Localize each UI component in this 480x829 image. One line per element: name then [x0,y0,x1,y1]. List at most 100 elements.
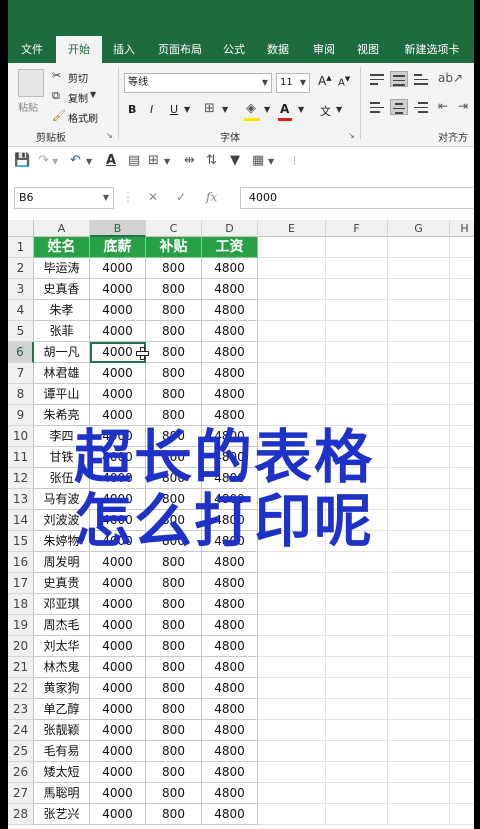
table-cell[interactable] [326,762,388,783]
table-cell[interactable]: 4000 [90,657,146,678]
table-cell[interactable] [450,468,474,489]
table-cell[interactable] [326,552,388,573]
font-launcher-icon[interactable]: ↘ [348,131,355,140]
table-cell[interactable]: 800 [146,258,202,279]
table-cell[interactable] [450,552,474,573]
table-cell[interactable]: 刘太华 [34,636,90,657]
table-cell[interactable] [258,363,326,384]
table-cell[interactable]: 胡一凡 [34,342,90,363]
clipboard-launcher-icon[interactable]: ↘ [106,131,113,140]
table-cell[interactable]: 4800 [202,258,258,279]
table-cell[interactable] [388,720,450,741]
row-header[interactable]: 20 [8,636,34,657]
table-cell[interactable]: 800 [146,762,202,783]
cancel-icon[interactable]: ✕ [148,190,158,204]
table-cell[interactable] [326,342,388,363]
table-cell[interactable]: 4000 [90,384,146,405]
table-cell[interactable] [326,594,388,615]
align-center-icon[interactable] [390,99,408,115]
row-header[interactable]: 21 [8,657,34,678]
row-header[interactable]: 7 [8,363,34,384]
table-cell[interactable] [388,762,450,783]
row-header[interactable]: 19 [8,615,34,636]
table-cell[interactable]: 4800 [202,699,258,720]
table-cell[interactable] [258,237,326,258]
row-header[interactable]: 11 [8,447,34,468]
table-cell[interactable] [450,678,474,699]
table-cell[interactable]: 4800 [202,342,258,363]
row-header[interactable]: 28 [8,804,34,825]
borders-icon[interactable]: ⊞ [204,101,215,116]
table-cell[interactable] [258,657,326,678]
row-header[interactable]: 18 [8,594,34,615]
select-all-corner[interactable] [8,220,34,237]
table-cell[interactable] [258,573,326,594]
table-cell[interactable]: 4800 [202,657,258,678]
table-cell[interactable] [258,636,326,657]
table-cell[interactable]: 4800 [202,783,258,804]
table-cell[interactable]: 800 [146,720,202,741]
tab-review[interactable]: 审阅 [304,36,344,63]
phonetic-dropdown-icon[interactable]: ▼ [336,105,342,114]
header-cell[interactable]: 工资 [202,237,258,258]
table-cell[interactable] [388,573,450,594]
table-cell[interactable]: 4800 [202,615,258,636]
row-header[interactable]: 27 [8,783,34,804]
table-cell[interactable]: 800 [146,699,202,720]
table-cell[interactable] [388,405,450,426]
row-header[interactable]: 8 [8,384,34,405]
paste-button[interactable]: 粘贴 [18,99,38,114]
column-header-h[interactable]: H [450,220,474,237]
table-cell[interactable]: 4000 [90,636,146,657]
row-header[interactable]: 6 [8,342,34,363]
enter-icon[interactable]: ✓ [176,190,186,204]
table-cell[interactable]: 4000 [90,594,146,615]
bold-button[interactable]: B [128,103,136,116]
table-cell[interactable] [258,279,326,300]
table-cell[interactable] [258,258,326,279]
table-cell[interactable] [450,279,474,300]
sort-icon[interactable]: ⇅ [206,153,217,168]
table-cell[interactable]: 周杰毛 [34,615,90,636]
table-cell[interactable] [258,552,326,573]
row-header[interactable]: 10 [8,426,34,447]
table-cell[interactable]: 800 [146,615,202,636]
row-header[interactable]: 23 [8,699,34,720]
table-cell[interactable]: 史真贵 [34,573,90,594]
table-cell[interactable] [388,594,450,615]
fill-color-icon[interactable]: ◈ [246,101,256,116]
table-cell[interactable] [450,321,474,342]
conditional-format-dropdown-icon[interactable]: ▼ [268,157,274,166]
align-top-icon[interactable] [368,71,386,87]
table-cell[interactable] [388,237,450,258]
align-bottom-icon[interactable] [412,71,430,87]
column-header-b[interactable]: B [90,220,146,237]
tab-data[interactable]: 数据 [258,36,298,63]
table-cell[interactable]: 4000 [90,573,146,594]
table-cell[interactable] [450,510,474,531]
table-cell[interactable] [388,741,450,762]
table-cell[interactable]: 谭平山 [34,384,90,405]
table-cell[interactable] [450,783,474,804]
row-header[interactable]: 25 [8,741,34,762]
table-cell[interactable]: 4800 [202,363,258,384]
table-cell[interactable]: 4000 [90,258,146,279]
table-cell[interactable] [258,384,326,405]
font-name-select[interactable]: 等线 ▼ [124,73,272,93]
table-cell[interactable]: 林君雄 [34,363,90,384]
table-cell[interactable]: 4800 [202,741,258,762]
table-cell[interactable] [258,678,326,699]
table-cell[interactable] [388,300,450,321]
table-cell[interactable] [450,741,474,762]
row-header[interactable]: 3 [8,279,34,300]
table-cell[interactable]: 毛有易 [34,741,90,762]
table-cell[interactable]: 800 [146,573,202,594]
table-cell[interactable] [258,720,326,741]
table-cell[interactable]: 4800 [202,552,258,573]
underline-dropdown-icon[interactable]: ▼ [184,105,190,114]
column-header-c[interactable]: C [146,220,202,237]
table-cell[interactable]: 黄家狗 [34,678,90,699]
formula-input[interactable]: 4000 [240,187,474,209]
table-cell[interactable] [326,363,388,384]
table-cell[interactable] [258,783,326,804]
